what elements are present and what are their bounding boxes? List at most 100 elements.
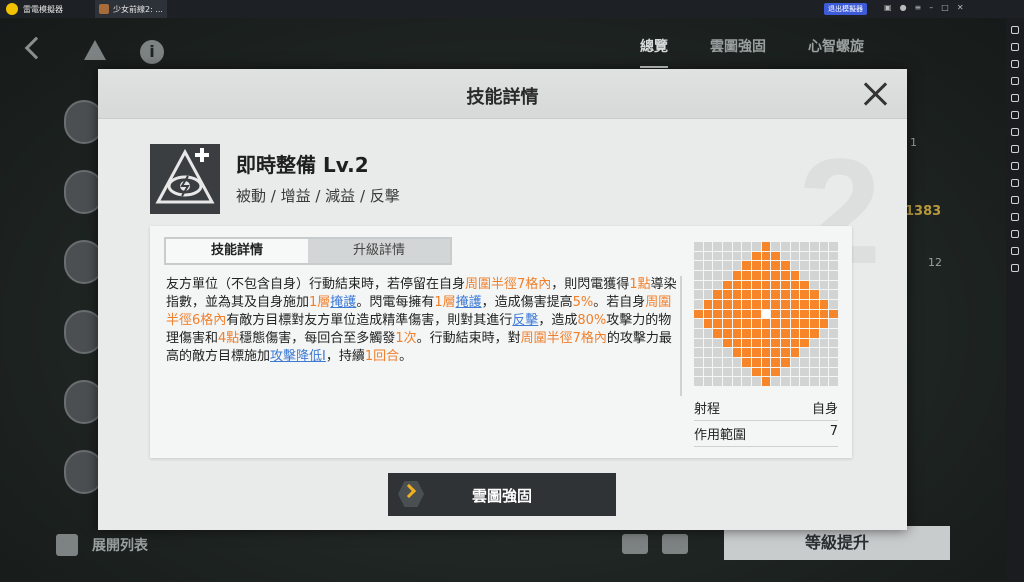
volume-down-icon[interactable]: [1011, 77, 1019, 85]
range-cell: [771, 377, 780, 386]
record-icon[interactable]: [1011, 111, 1019, 119]
shake-icon[interactable]: [1011, 213, 1019, 221]
range-cell-active: [723, 299, 732, 309]
range-cell: [694, 338, 703, 348]
range-cell-active: [752, 299, 761, 309]
warning-icon[interactable]: [84, 40, 106, 60]
volume-up-icon[interactable]: [1011, 60, 1019, 68]
shirt-icon[interactable]: [662, 534, 688, 554]
keyword-link[interactable]: 反擊: [512, 313, 538, 328]
scissors-icon[interactable]: [1011, 162, 1019, 170]
skill-description: 友方單位（不包含自身）行動結束時，若停留在自身周圍半徑7格內，則閃電獲得1點導染…: [166, 276, 682, 366]
modal-header: 技能詳情: [98, 69, 907, 119]
skill-detail-panel: 技能詳情 升級詳情 友方單位（不包含自身）行動結束時，若停留在自身周圍半徑7格內…: [150, 226, 852, 458]
range-cell: [742, 251, 751, 261]
user-icon[interactable]: ●: [900, 3, 907, 12]
video-icon[interactable]: [1011, 179, 1019, 187]
range-cell: [819, 357, 829, 367]
range-cell: [829, 242, 838, 251]
range-cell: [781, 367, 790, 377]
range-cell: [829, 328, 838, 338]
range-cell-active: [761, 280, 771, 290]
minimize-icon[interactable]: –: [929, 3, 933, 12]
range-cell: [810, 377, 819, 386]
power-value: 1383: [905, 204, 942, 219]
maximize-icon[interactable]: □: [941, 3, 949, 12]
range-cell: [790, 357, 800, 367]
range-cell-active: [732, 270, 742, 280]
tab-overview[interactable]: 總覽: [640, 36, 668, 68]
range-cell-active: [723, 309, 732, 319]
range-cell-active: [761, 367, 771, 377]
range-cell: [723, 367, 732, 377]
screenshot-icon[interactable]: [1011, 94, 1019, 102]
range-cell-active: [742, 261, 751, 270]
tab-game[interactable]: 少女前線2: ... ✕: [95, 0, 167, 18]
gamepad-icon[interactable]: ▣: [884, 3, 892, 12]
range-cell-active: [742, 290, 751, 299]
range-cell: [829, 377, 838, 386]
level-up-button[interactable]: 等級提升: [724, 526, 950, 560]
eye-lightning-icon: [150, 144, 220, 214]
close-icon[interactable]: ✕: [957, 3, 964, 12]
keyword-link[interactable]: 掩護: [456, 295, 482, 310]
range-cell: [752, 377, 761, 386]
range-cell-active: [781, 261, 790, 270]
tab-skill-detail[interactable]: 技能詳情: [166, 239, 308, 263]
range-cell: [703, 328, 713, 338]
sofa-icon[interactable]: [622, 534, 648, 554]
range-cell: [732, 261, 742, 270]
range-cell-active: [761, 338, 771, 348]
range-cell-active: [781, 270, 790, 280]
sync-icon[interactable]: [1011, 196, 1019, 204]
menu-icon[interactable]: ≡: [915, 3, 922, 12]
tab-upgrade-detail[interactable]: 升級詳情: [308, 239, 450, 263]
range-cell: [723, 251, 732, 261]
description-scrollbar[interactable]: [680, 276, 682, 396]
tab-cloud-enhance[interactable]: 雲圖強固: [710, 36, 766, 68]
modal-title: 技能詳情: [466, 87, 539, 108]
location-icon[interactable]: [1011, 247, 1019, 255]
highlight-text: 1層: [434, 295, 456, 310]
tab-mind-spiral[interactable]: 心智螺旋: [808, 36, 864, 68]
keyboard-icon[interactable]: [1011, 43, 1019, 51]
range-cell-active: [752, 319, 761, 328]
close-icon[interactable]: [862, 81, 888, 107]
range-cell-active: [781, 357, 790, 367]
range-cell-active: [742, 328, 751, 338]
range-cell-active: [752, 348, 761, 357]
emulator-logo-icon: [6, 3, 18, 15]
range-cell: [790, 242, 800, 251]
highlight-text: 1次: [395, 331, 417, 346]
keyword-link[interactable]: 攻擊降低I: [270, 349, 326, 364]
range-cell: [694, 270, 703, 280]
folder-icon[interactable]: [1011, 230, 1019, 238]
range-cell-active: [800, 290, 809, 299]
keyword-link[interactable]: 掩護: [330, 295, 356, 310]
cloud-enhance-button[interactable]: 雲圖強固: [388, 473, 616, 516]
range-cell: [829, 348, 838, 357]
range-cell-active: [742, 270, 751, 280]
expand-list[interactable]: 展開列表: [56, 534, 148, 556]
range-cell-active: [790, 319, 800, 328]
info-icon[interactable]: i: [140, 40, 164, 64]
range-cell: [713, 377, 722, 386]
more-icon[interactable]: [1011, 264, 1019, 272]
range-cell: [819, 270, 829, 280]
range-cell-active: [761, 290, 771, 299]
range-cell-active: [800, 299, 809, 309]
range-cell: [694, 290, 703, 299]
range-cell: [694, 251, 703, 261]
range-cell: [703, 251, 713, 261]
description-text: ，造成: [538, 313, 578, 328]
range-cell-active: [761, 299, 771, 309]
apk-icon[interactable]: [1011, 128, 1019, 136]
range-cell-active: [703, 299, 713, 309]
exit-emulator-button[interactable]: 退出模擬器: [824, 3, 867, 15]
multi-instance-icon[interactable]: [1011, 145, 1019, 153]
settings-icon[interactable]: [1011, 26, 1019, 34]
range-cell: [790, 251, 800, 261]
tab-game-title: 少女前線2: ...: [113, 4, 163, 14]
description-text: ，持續: [325, 349, 365, 364]
back-icon[interactable]: [24, 36, 48, 60]
